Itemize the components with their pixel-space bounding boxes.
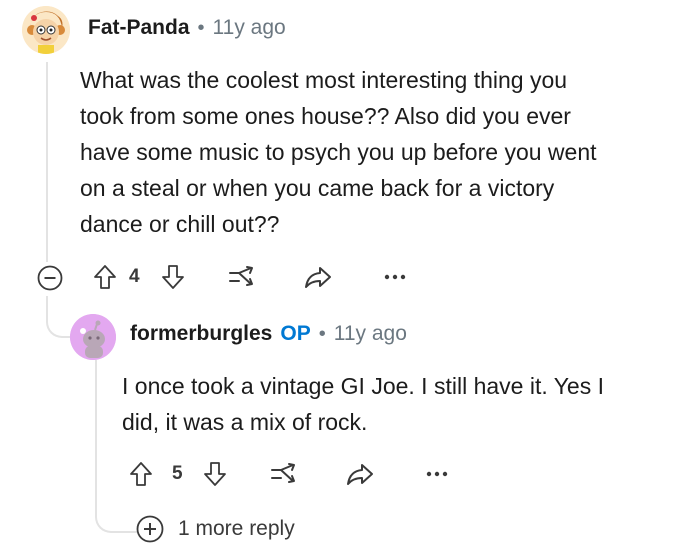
thread-line-reply-curve [95,495,137,533]
thread-line-reply [95,360,97,505]
award-icon [271,463,295,483]
reply-upvote-button[interactable] [126,459,156,489]
reply-more-options-button[interactable] [422,461,452,487]
upvote-button[interactable] [90,262,120,292]
reply-timestamp[interactable]: 11y ago [334,322,407,346]
comment-body: What was the coolest most interesting th… [80,62,680,242]
downvote-icon [204,462,226,486]
reply-body: I once took a vintage GI Joe. I still ha… [122,368,682,440]
thread-line-curve [46,300,72,338]
share-button[interactable] [302,262,334,292]
downvote-button[interactable] [158,262,188,292]
collapse-icon [37,265,63,291]
reply-vote-count: 5 [172,463,183,484]
reply-username[interactable]: formerburgles [130,322,272,346]
separator-dot: • [318,322,326,345]
comment-body-line: took from some ones house?? Also did you… [80,103,571,129]
share-icon [347,464,373,485]
award-icon [229,266,253,286]
separator-dot: • [197,16,205,39]
reply-share-button[interactable] [344,459,376,489]
more-options-button[interactable] [380,264,410,290]
reply-award-button[interactable] [268,459,300,489]
comment-body-line: dance or chill out?? [80,211,280,237]
op-badge: OP [280,322,311,345]
reply-downvote-button[interactable] [200,459,230,489]
comment-body-line: on a steal or when you came back for a v… [80,175,555,201]
username[interactable]: Fat-Panda [88,16,190,40]
cartoon-avatar-icon [22,6,70,54]
avatar[interactable] [22,6,70,54]
share-icon [305,267,331,288]
upvote-icon [94,265,116,289]
reply-body-line: did, it was a mix of rock. [122,409,368,435]
reply-body-line: I once took a vintage GI Joe. I still ha… [122,373,605,399]
collapse-button[interactable] [36,264,64,292]
thread-line-main [46,62,48,262]
snoo-avatar-icon [70,314,116,360]
ellipsis-icon [426,471,448,477]
reply-avatar[interactable] [70,314,116,360]
ellipsis-icon [384,274,406,280]
timestamp[interactable]: 11y ago [213,16,286,40]
more-replies-button[interactable]: 1 more reply [136,515,295,543]
upvote-icon [130,462,152,486]
downvote-icon [162,265,184,289]
comment-body-line: What was the coolest most interesting th… [80,67,568,93]
expand-plus-icon [136,515,164,543]
reply-meta: formerburgles OP • 11y ago [130,322,407,346]
comment-body-line: have some music to psych you up before y… [80,139,597,165]
comment-meta: Fat-Panda • 11y ago [88,16,286,40]
award-button[interactable] [226,262,258,292]
more-replies-label: 1 more reply [178,517,295,540]
vote-count: 4 [129,266,140,287]
